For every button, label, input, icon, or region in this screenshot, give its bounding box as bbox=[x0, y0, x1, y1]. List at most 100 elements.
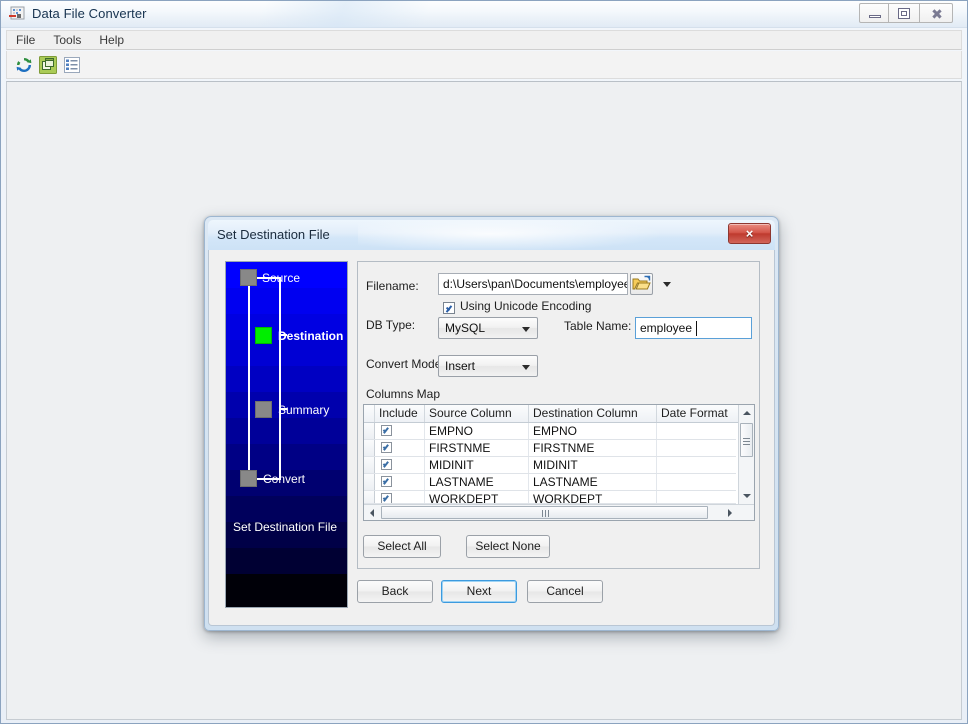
cell-date-format[interactable] bbox=[657, 440, 736, 456]
wizard-step-marker-convert[interactable] bbox=[240, 470, 257, 487]
chevron-down-icon bbox=[663, 282, 671, 287]
folder-open-icon bbox=[631, 274, 652, 294]
row-header-cell[interactable] bbox=[364, 457, 375, 473]
cell-destination-column[interactable]: FIRSTNME bbox=[529, 440, 657, 456]
cell-include[interactable] bbox=[375, 457, 425, 473]
scroll-left-button[interactable] bbox=[364, 505, 380, 520]
cell-source-column[interactable]: FIRSTNME bbox=[425, 440, 529, 456]
cancel-button[interactable]: Cancel bbox=[527, 580, 603, 603]
wizard-navigation: Source Destination Summary Convert Set D… bbox=[225, 261, 348, 608]
cell-destination-column[interactable]: LASTNAME bbox=[529, 474, 657, 490]
cell-source-column[interactable]: MIDINIT bbox=[425, 457, 529, 473]
cell-destination-column[interactable]: MIDINIT bbox=[529, 457, 657, 473]
table-name-input[interactable]: employee bbox=[635, 317, 752, 339]
row-header-cell[interactable] bbox=[364, 423, 375, 439]
application-titlebar: Data File Converter ✖ bbox=[1, 1, 967, 28]
cell-date-format[interactable] bbox=[657, 491, 736, 504]
scroll-up-button[interactable] bbox=[739, 405, 754, 421]
unicode-encoding-checkbox[interactable] bbox=[443, 302, 455, 314]
wizard-step-label-summary[interactable]: Summary bbox=[278, 403, 329, 417]
table-vertical-scrollbar[interactable] bbox=[738, 405, 754, 504]
wizard-step-marker-destination[interactable] bbox=[255, 327, 272, 344]
menu-item-help[interactable]: Help bbox=[90, 31, 133, 49]
table-row[interactable]: FIRSTNMEFIRSTNME bbox=[364, 440, 736, 457]
cell-destination-column[interactable]: EMPNO bbox=[529, 423, 657, 439]
convert-mode-select[interactable]: Insert bbox=[438, 355, 538, 377]
include-checkbox[interactable] bbox=[381, 476, 392, 487]
client-area: Set Destination File × bbox=[6, 81, 962, 720]
table-row[interactable]: LASTNAMELASTNAME bbox=[364, 474, 736, 491]
wizard-step-label-source[interactable]: Source bbox=[262, 271, 300, 285]
filename-input[interactable]: d:\Users\pan\Documents\employee.sql bbox=[438, 273, 628, 295]
select-none-button[interactable]: Select None bbox=[466, 535, 550, 558]
row-header-cell[interactable] bbox=[364, 474, 375, 490]
include-checkbox[interactable] bbox=[381, 425, 392, 436]
column-header-source-column[interactable]: Source Column bbox=[425, 405, 529, 422]
cell-destination-column[interactable]: WORKDEPT bbox=[529, 491, 657, 504]
minimize-button[interactable] bbox=[859, 3, 889, 23]
application-window: Data File Converter ✖ File Tools Help bbox=[0, 0, 968, 724]
cell-include[interactable] bbox=[375, 491, 425, 504]
include-checkbox[interactable] bbox=[381, 493, 392, 504]
menu-item-file[interactable]: File bbox=[7, 31, 44, 49]
cell-include[interactable] bbox=[375, 474, 425, 490]
db-type-label: DB Type: bbox=[366, 318, 415, 332]
cell-source-column[interactable]: EMPNO bbox=[425, 423, 529, 439]
table-row[interactable]: EMPNOEMPNO bbox=[364, 423, 736, 440]
wizard-step-label-destination[interactable]: Destination bbox=[278, 329, 343, 343]
app-icon bbox=[9, 6, 26, 23]
table-name-label: Table Name: bbox=[564, 319, 631, 333]
table-horizontal-scrollbar[interactable] bbox=[364, 504, 754, 520]
select-all-button[interactable]: Select All bbox=[363, 535, 441, 558]
back-button[interactable]: Back bbox=[357, 580, 433, 603]
wizard-step-marker-summary[interactable] bbox=[255, 401, 272, 418]
filename-history-dropdown[interactable] bbox=[658, 273, 676, 295]
maximize-icon bbox=[898, 8, 910, 19]
dialog-titlebar: Set Destination File × bbox=[208, 220, 775, 250]
cell-source-column[interactable]: WORKDEPT bbox=[425, 491, 529, 504]
wizard-step-marker-source[interactable] bbox=[240, 269, 257, 286]
row-header-cell[interactable] bbox=[364, 491, 375, 504]
dialog-close-button[interactable]: × bbox=[728, 223, 771, 244]
toolbar bbox=[6, 51, 962, 79]
wizard-step-label-convert[interactable]: Convert bbox=[263, 472, 305, 486]
cell-include[interactable] bbox=[375, 423, 425, 439]
refresh-icon[interactable] bbox=[14, 55, 34, 75]
columns-map-label: Columns Map bbox=[366, 387, 440, 401]
horizontal-scroll-thumb[interactable] bbox=[381, 506, 708, 519]
minimize-icon bbox=[869, 15, 881, 18]
next-button[interactable]: Next bbox=[441, 580, 517, 603]
row-header-cell[interactable] bbox=[364, 440, 375, 456]
column-header-include[interactable]: Include bbox=[375, 405, 425, 422]
column-header-destination-column[interactable]: Destination Column bbox=[529, 405, 657, 422]
scroll-down-button[interactable] bbox=[739, 488, 754, 504]
chevron-up-icon bbox=[743, 411, 751, 415]
db-type-value: MySQL bbox=[445, 321, 485, 335]
close-button[interactable]: ✖ bbox=[919, 3, 953, 23]
table-row[interactable]: WORKDEPTWORKDEPT bbox=[364, 491, 736, 504]
db-type-select[interactable]: MySQL bbox=[438, 317, 538, 339]
unicode-encoding-label[interactable]: Using Unicode Encoding bbox=[460, 299, 591, 313]
window-copy-icon[interactable] bbox=[38, 55, 58, 75]
browse-file-button[interactable] bbox=[630, 273, 653, 295]
vertical-scroll-thumb[interactable] bbox=[740, 423, 753, 457]
scroll-right-button[interactable] bbox=[722, 505, 738, 520]
table-row[interactable]: MIDINITMIDINIT bbox=[364, 457, 736, 474]
cell-date-format[interactable] bbox=[657, 423, 736, 439]
include-checkbox[interactable] bbox=[381, 459, 392, 470]
filename-value: d:\Users\pan\Documents\employee.sql bbox=[443, 277, 628, 291]
table-header-row: Include Source Column Destination Column… bbox=[364, 405, 754, 423]
cell-source-column[interactable]: LASTNAME bbox=[425, 474, 529, 490]
filename-label: Filename: bbox=[366, 279, 419, 293]
chevron-down-icon bbox=[522, 327, 530, 332]
close-icon: × bbox=[729, 224, 770, 243]
menu-item-tools[interactable]: Tools bbox=[44, 31, 90, 49]
cell-date-format[interactable] bbox=[657, 474, 736, 490]
include-checkbox[interactable] bbox=[381, 442, 392, 453]
dialog-body: Source Destination Summary Convert Set D… bbox=[208, 250, 775, 626]
cell-date-format[interactable] bbox=[657, 457, 736, 473]
cell-include[interactable] bbox=[375, 440, 425, 456]
convert-mode-label: Convert Mode: bbox=[366, 357, 445, 371]
list-icon[interactable] bbox=[62, 55, 82, 75]
maximize-button[interactable] bbox=[889, 3, 919, 23]
